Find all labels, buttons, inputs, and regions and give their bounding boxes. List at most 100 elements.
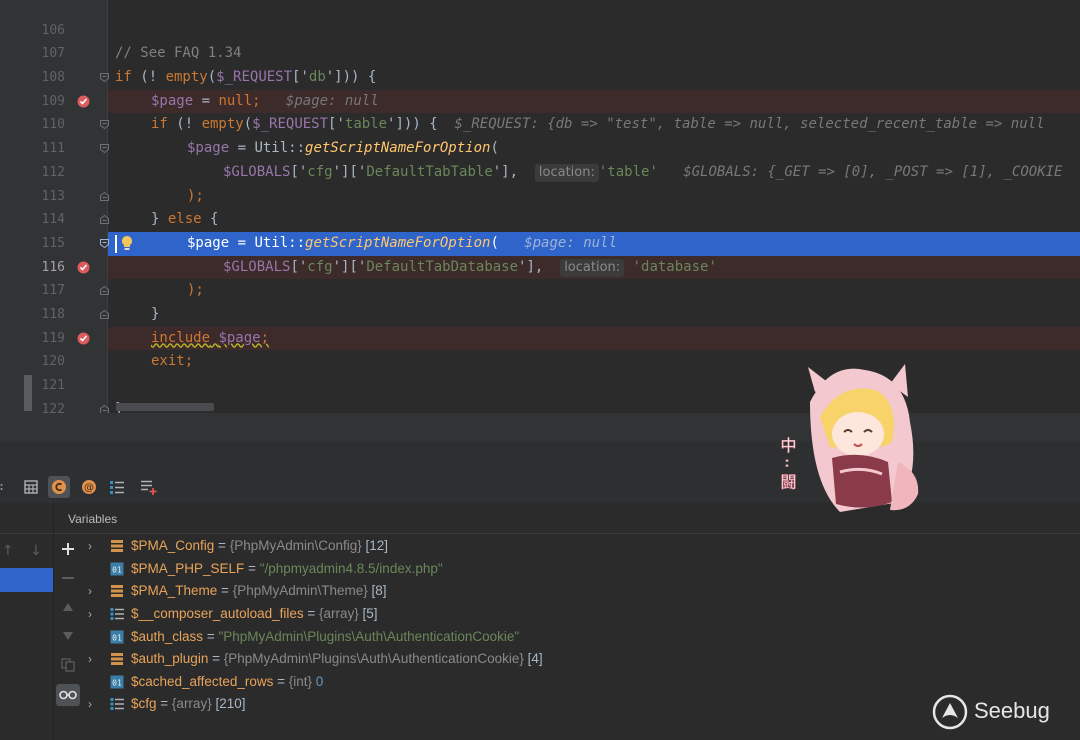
scalar-icon: 01 <box>110 630 124 644</box>
down-arrow-icon[interactable]: ↓ <box>30 543 42 559</box>
breakpoint-icon[interactable] <box>77 95 90 108</box>
watermark-text: Seebug <box>974 698 1050 723</box>
code-line-breakpoint[interactable]: 120 include $page; <box>42 326 1080 369</box>
code-line[interactable]: 122 <box>42 374 1080 413</box>
frames-panel[interactable]: ↑ ↓ <box>0 503 54 740</box>
list-view-button[interactable] <box>106 476 128 498</box>
triangle-down-icon <box>63 632 73 640</box>
code-string: 'database' <box>632 258 717 275</box>
code-function: empty <box>201 116 244 133</box>
code-string: DefaultTabDatabase <box>366 258 519 275</box>
code-text: '], <box>492 163 519 180</box>
text-caret <box>115 234 117 253</box>
code-editor[interactable]: 106 107 108 // See FAQ 1.34 109 if (! em… <box>0 0 1080 413</box>
code-text: = Util:: <box>229 234 306 251</box>
variable-count: [8] <box>367 583 387 598</box>
code-text: ; <box>252 92 261 109</box>
code-text: } <box>151 305 160 322</box>
variable-type: {int} <box>288 674 313 689</box>
code-line[interactable]: 123 } <box>100 398 1080 413</box>
parameter-hint: location: <box>534 163 599 182</box>
code-text: = <box>193 92 219 109</box>
lightbulb-icon[interactable] <box>120 235 134 252</box>
code-line[interactable]: 108 // See FAQ 1.34 <box>42 42 1080 85</box>
code-line[interactable]: 107 <box>42 19 1080 61</box>
variable-name: $auth_plugin <box>131 651 209 666</box>
breakpoint-icon[interactable] <box>77 332 90 345</box>
code-text: '], <box>518 258 544 275</box>
svg-text:01: 01 <box>112 566 122 575</box>
watch-button[interactable]: @ <box>78 476 100 498</box>
expand-chevron-icon[interactable]: › <box>88 693 92 715</box>
line-number: 108 <box>41 70 65 86</box>
overflow-icon[interactable] <box>0 483 4 491</box>
new-watch-button[interactable] <box>56 538 80 560</box>
at-icon: @ <box>82 480 96 494</box>
class-icon <box>52 480 66 494</box>
code-line-current[interactable]: 116 $page = Util::getScriptNameForOption… <box>42 231 1080 275</box>
equals-sign: = <box>273 674 289 689</box>
show-watches-toggle[interactable] <box>56 684 80 706</box>
code-text: ; <box>184 353 194 370</box>
fold-open-icon[interactable] <box>100 120 109 130</box>
code-line[interactable]: 106 <box>42 0 1080 38</box>
code-line[interactable]: 118 ); <box>42 279 1080 322</box>
code-line[interactable]: 119 } <box>42 303 1080 346</box>
up-arrow-icon[interactable]: ↑ <box>2 543 14 559</box>
code-lines[interactable]: 106 107 108 // See FAQ 1.34 109 if (! em… <box>42 0 1080 413</box>
horizontal-scrollbar[interactable] <box>116 403 214 411</box>
list-icon <box>110 481 124 494</box>
line-number: 120 <box>41 354 65 370</box>
variable-type: {PhpMyAdmin\Config} <box>229 538 362 553</box>
code-line[interactable]: 113 $GLOBALS['cfg']['DefaultTabTable'], … <box>42 161 1080 204</box>
variable-name: $PMA_PHP_SELF <box>131 561 245 576</box>
array-icon <box>110 698 124 710</box>
code-keyword: else <box>167 211 202 228</box>
add-to-watches-button[interactable] <box>138 476 160 498</box>
variables-panel[interactable]: Variables › $PMA_Config = {PhpMyAdmin\Co… <box>54 503 1080 740</box>
code-line[interactable]: 112 $page = Util::getScriptNameForOption… <box>42 137 1080 180</box>
minus-icon <box>62 577 74 579</box>
selected-frame[interactable] <box>0 568 53 592</box>
code-variable: $GLOBALS <box>223 258 291 275</box>
fold-open-icon[interactable] <box>100 238 109 248</box>
variable-count: [4] <box>523 651 543 666</box>
code-text: '])) { <box>387 116 438 133</box>
fold-close-icon[interactable] <box>100 286 109 296</box>
inline-debug-value: $page: null <box>524 234 617 251</box>
fold-close-icon[interactable] <box>100 215 109 225</box>
code-line[interactable]: 115 } else { <box>42 208 1080 251</box>
code-variable: $page <box>187 234 230 251</box>
inline-debug-value: $_REQUEST: {db => "test", table => null,… <box>454 116 1045 133</box>
expand-chevron-icon[interactable]: › <box>88 580 92 602</box>
move-down-button[interactable] <box>56 625 80 647</box>
move-up-button[interactable] <box>56 596 80 618</box>
line-number: 109 <box>41 93 65 109</box>
class-toggle-button[interactable] <box>48 476 70 498</box>
equals-sign: = <box>244 561 260 576</box>
code-line[interactable]: 109 if (! empty($_REQUEST['db'])) { <box>42 66 1080 109</box>
fold-close-icon[interactable] <box>100 309 109 319</box>
object-icon <box>111 540 123 552</box>
code-line-breakpoint[interactable]: 117 $GLOBALS['cfg']['DefaultTabDatabase'… <box>42 255 1080 298</box>
breakpoint-icon[interactable] <box>77 261 90 274</box>
code-line[interactable]: 114 ); <box>42 185 1080 228</box>
code-line-breakpoint[interactable]: 110 $page = null; $page: null <box>42 89 1080 132</box>
code-line[interactable]: 111 if (! empty($_REQUEST['table'])) { $… <box>42 113 1080 156</box>
expand-chevron-icon[interactable]: › <box>88 535 92 557</box>
fold-close-icon[interactable] <box>100 191 109 201</box>
fold-open-icon[interactable] <box>100 144 109 154</box>
variable-type: {PhpMyAdmin\Plugins\Auth\AuthenticationC… <box>223 651 524 666</box>
code-text: ( <box>490 234 499 251</box>
code-line[interactable]: 121 exit; <box>42 350 1080 393</box>
variable-value: "/phpmyadmin4.8.5/index.php" <box>259 561 443 576</box>
expand-chevron-icon[interactable]: › <box>88 648 92 670</box>
fold-close-icon[interactable] <box>100 404 109 413</box>
remove-watch-button[interactable] <box>56 567 80 589</box>
variable-count: [5] <box>358 606 378 621</box>
fold-open-icon[interactable] <box>100 73 109 83</box>
duplicate-watch-button[interactable] <box>56 654 80 676</box>
evaluate-expression-button[interactable] <box>20 476 42 498</box>
variable-name: $auth_class <box>131 629 204 644</box>
expand-chevron-icon[interactable]: › <box>88 603 92 625</box>
